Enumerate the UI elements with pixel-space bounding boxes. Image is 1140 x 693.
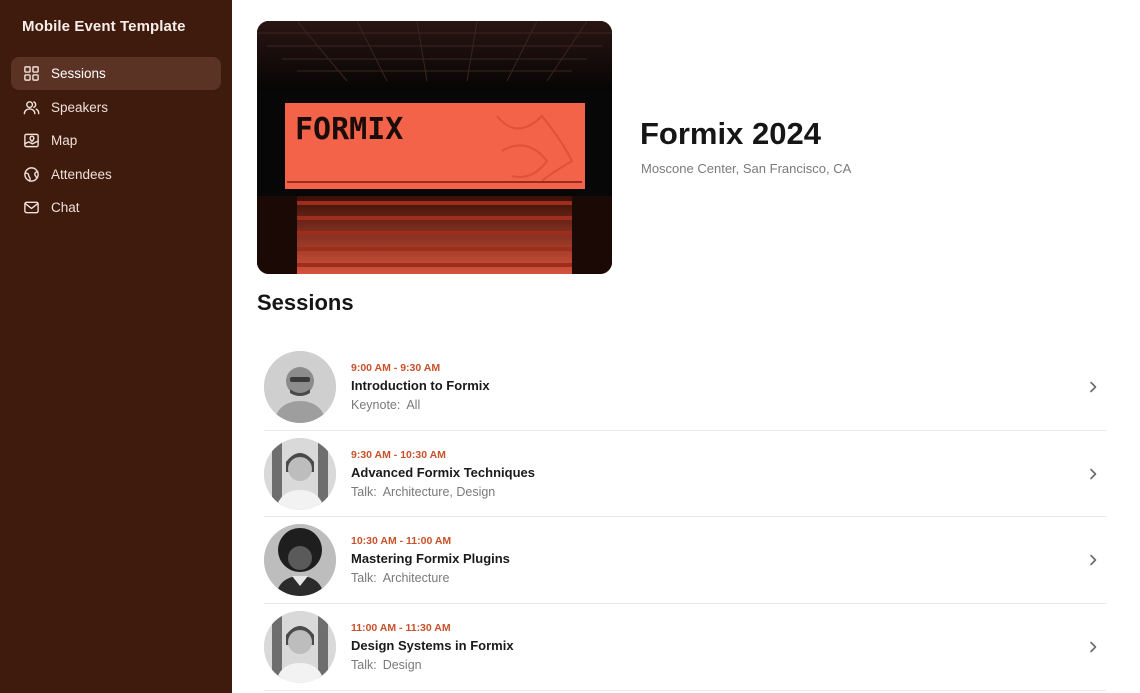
session-title: Introduction to Formix <box>351 377 490 393</box>
session-row[interactable]: 9:00 AM - 9:30 AM Introduction to Formix… <box>264 344 1106 431</box>
sidebar-item-label: Attendees <box>51 166 112 182</box>
svg-text:FORMIX: FORMIX <box>295 112 403 147</box>
app-title: Mobile Event Template <box>22 18 186 35</box>
mail-icon <box>22 199 40 217</box>
session-row[interactable]: 11:00 AM - 11:30 AM Design Systems in Fo… <box>264 604 1106 691</box>
globe-icon <box>22 165 40 183</box>
main-content: FORMIX Formix 2024 Moscone Center, San F… <box>232 0 1140 693</box>
sidebar-item-sessions[interactable]: Sessions <box>11 57 221 90</box>
session-meta: Keynote: All <box>351 398 490 412</box>
sidebar-item-chat[interactable]: Chat <box>11 191 221 224</box>
sidebar-nav: Sessions Speakers Map Attendees Chat <box>11 57 221 225</box>
session-type: Talk: <box>351 657 377 672</box>
sidebar-item-label: Map <box>51 133 78 148</box>
people-icon <box>22 98 40 116</box>
avatar <box>264 610 336 683</box>
chevron-right-icon <box>1086 553 1100 567</box>
sidebar-item-label: Sessions <box>51 66 106 81</box>
session-title: Mastering Formix Plugins <box>351 551 510 567</box>
avatar <box>264 350 336 423</box>
sessions-heading: Sessions <box>257 290 354 315</box>
sidebar-item-speakers[interactable]: Speakers <box>11 91 221 124</box>
event-location: Moscone Center, San Francisco, CA <box>641 161 852 176</box>
sidebar-item-map[interactable]: Map <box>11 124 221 157</box>
sidebar-item-attendees[interactable]: Attendees <box>11 158 221 191</box>
session-meta: Talk: Architecture, Design <box>351 485 535 499</box>
session-list: 9:00 AM - 9:30 AM Introduction to Formix… <box>264 344 1106 691</box>
session-row[interactable]: 9:30 AM - 10:30 AM Advanced Formix Techn… <box>264 431 1106 518</box>
session-row[interactable]: 10:30 AM - 11:00 AM Mastering Formix Plu… <box>264 517 1106 605</box>
session-type: Talk: <box>351 484 377 499</box>
session-meta: Talk: Design <box>351 658 514 672</box>
map-icon <box>22 132 40 150</box>
grid-icon <box>22 65 40 83</box>
chevron-right-icon <box>1086 640 1100 654</box>
session-time: 10:30 AM - 11:00 AM <box>351 535 452 548</box>
session-time: 11:00 AM - 11:30 AM <box>351 621 451 634</box>
session-type: Keynote: <box>351 397 401 412</box>
sidebar-item-label: Chat <box>51 200 80 215</box>
session-title: Advanced Formix Techniques <box>351 464 535 480</box>
chevron-right-icon <box>1086 380 1100 394</box>
sidebar-item-label: Speakers <box>51 99 109 115</box>
session-tags: Architecture <box>382 571 450 586</box>
event-title: Formix 2024 <box>640 116 821 151</box>
sidebar: Mobile Event Template Sessions Speakers … <box>0 0 232 693</box>
session-tags: All <box>406 397 421 412</box>
session-time: 9:00 AM - 9:30 AM <box>351 361 441 374</box>
session-tags: Architecture, Design <box>382 484 496 499</box>
session-meta: Talk: Architecture <box>351 571 510 585</box>
session-time: 9:30 AM - 10:30 AM <box>351 448 446 461</box>
avatar <box>264 524 336 597</box>
event-hero-image: FORMIX <box>257 21 612 274</box>
avatar <box>264 437 336 510</box>
session-title: Design Systems in Formix <box>351 637 514 653</box>
session-type: Talk: <box>351 571 377 586</box>
session-tags: Design <box>382 657 422 672</box>
chevron-right-icon <box>1086 467 1100 481</box>
